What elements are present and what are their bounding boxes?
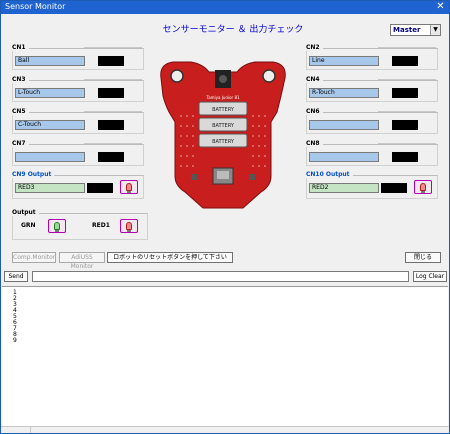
status-bar [1, 426, 449, 433]
group-cn2-label: CN2 [306, 44, 323, 51]
group-cn7-label: CN7 [12, 140, 29, 147]
group-cn9-output: CN9 Output RED3 [12, 171, 144, 199]
cn10-toggle-button[interactable] [414, 180, 432, 194]
comp-monitor-button[interactable]: Comp.Monitor [12, 252, 56, 263]
cn1-name-field: Ball [15, 56, 85, 66]
group-cn5-label: CN5 [12, 108, 29, 115]
cn7-name-field [15, 152, 85, 162]
cn10-name-field: RED2 [309, 183, 379, 193]
send-button[interactable]: Send [4, 271, 28, 282]
page-heading: センサーモニター ＆ 出力チェック [162, 25, 304, 35]
cn3-status-indicator [98, 88, 124, 98]
group-cn10-output: CN10 Output RED2 [306, 171, 438, 199]
red1-label: RED1 [92, 222, 110, 229]
close-icon[interactable]: ✕ [434, 1, 447, 13]
status-cell [1, 427, 31, 433]
send-input[interactable] [32, 271, 409, 282]
chevron-down-icon[interactable]: ▼ [430, 25, 440, 35]
battery-1-label: BATTERY [212, 107, 235, 113]
group-cn2: CN2 Line [306, 44, 438, 71]
title-bar: Sensor Monitor ✕ [1, 1, 449, 14]
group-output: Output GRN RED1 [12, 209, 148, 241]
group-cn4-label: CN4 [306, 76, 323, 83]
sensor-monitor-window: Sensor Monitor ✕ センサーモニター ＆ 出力チェック Maste… [0, 0, 450, 434]
battery-2-label: BATTERY [212, 123, 235, 129]
cn1-status-indicator [98, 56, 124, 66]
board-label: Tamiya Junior 81 [205, 95, 240, 100]
robot-board-image: BATTERY BATTERY BATTERY Tamiya Junior 81 [160, 61, 286, 209]
reset-prompt-button[interactable]: ロボットのリセットボタンを押して下さい [107, 252, 233, 263]
red-bulb-icon [420, 183, 426, 191]
group-cn6-label: CN6 [306, 108, 323, 115]
group-cn8-label: CN8 [306, 140, 323, 147]
group-cn1-label: CN1 [12, 44, 29, 51]
cn6-name-field [309, 120, 379, 130]
group-cn3-label: CN3 [12, 76, 29, 83]
red-bulb-icon [126, 183, 132, 191]
red-bulb-icon [126, 222, 132, 230]
log-line: 9 [13, 337, 17, 344]
cn8-name-field [309, 152, 379, 162]
cn4-status-indicator [392, 88, 418, 98]
cn2-status-indicator [392, 56, 418, 66]
window-title: Sensor Monitor [5, 2, 66, 11]
battery-3-label: BATTERY [212, 139, 235, 145]
cn9-status-indicator [87, 183, 113, 193]
log-clear-button[interactable]: Log Clear [413, 271, 447, 282]
cn8-status-indicator [392, 152, 418, 162]
cn9-name-field: RED3 [15, 183, 85, 193]
group-cn6: CN6 [306, 108, 438, 135]
group-cn5: CN5 C-Touch [12, 108, 144, 135]
green-bulb-icon [54, 222, 60, 230]
cn10-status-indicator [381, 183, 407, 193]
grn-label: GRN [21, 222, 36, 229]
group-cn10-label: CN10 Output [306, 171, 353, 178]
cn4-name-field: R-Touch [309, 88, 379, 98]
cn2-name-field: Line [309, 56, 379, 66]
cn9-toggle-button[interactable] [120, 180, 138, 194]
group-output-label: Output [12, 209, 39, 216]
cn5-status-indicator [98, 120, 124, 130]
red1-toggle-button[interactable] [120, 219, 138, 233]
cn7-status-indicator [98, 152, 124, 162]
group-cn3: CN3 L-Touch [12, 76, 144, 103]
group-cn1: CN1 Ball [12, 44, 144, 71]
status-cell [31, 427, 447, 433]
group-cn7: CN7 [12, 140, 144, 167]
close-button[interactable]: 閉じる [405, 252, 441, 263]
mode-select-value: Master [393, 26, 421, 34]
cn3-name-field: L-Touch [15, 88, 85, 98]
cn5-name-field: C-Touch [15, 120, 85, 130]
group-cn8: CN8 [306, 140, 438, 167]
cn6-status-indicator [392, 120, 418, 130]
client-area: センサーモニター ＆ 出力チェック Master ▼ CN1 Ball CN2 … [1, 14, 449, 433]
log-area[interactable]: 1 2 3 4 5 6 7 8 9 [2, 286, 448, 426]
mode-select[interactable]: Master ▼ [390, 24, 441, 36]
group-cn4: CN4 R-Touch [306, 76, 438, 103]
adiuss-monitor-button[interactable]: AdiUSS Monitor [59, 252, 105, 270]
group-cn9-label: CN9 Output [12, 171, 55, 178]
grn-toggle-button[interactable] [48, 219, 66, 233]
